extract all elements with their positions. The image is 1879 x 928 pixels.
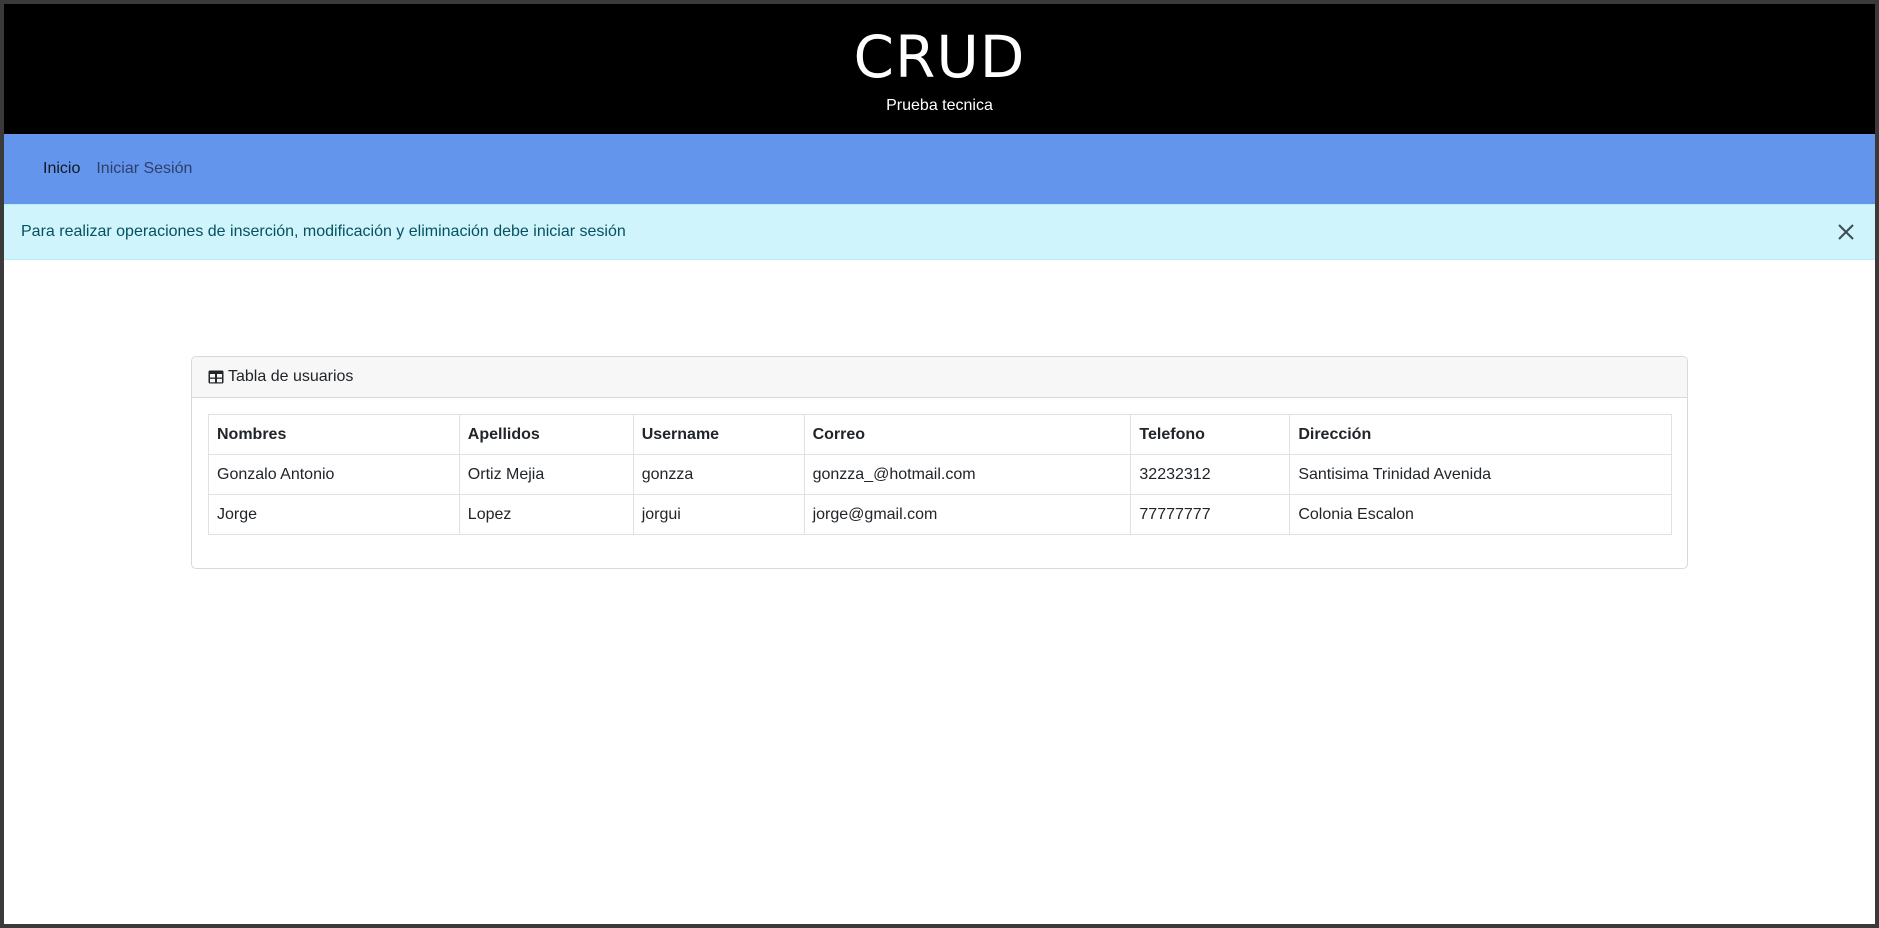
- cell-apellidos: Ortiz Mejia: [458, 454, 634, 495]
- cell-telefono: 77777777: [1130, 494, 1291, 535]
- column-header-direccion: Dirección: [1289, 414, 1672, 455]
- table-header-row: Nombres Apellidos Username Correo Telefo…: [208, 414, 1672, 455]
- users-card: Tabla de usuarios Nombres Apellidos User…: [191, 356, 1688, 569]
- cell-nombres: Jorge: [208, 494, 460, 535]
- alert-message: Para realizar operaciones de inserción, …: [21, 223, 626, 240]
- info-alert: Para realizar operaciones de inserción, …: [4, 204, 1875, 260]
- cell-telefono: 32232312: [1130, 454, 1291, 495]
- cell-nombres: Gonzalo Antonio: [208, 454, 460, 495]
- browser-window: CRUD Prueba tecnica Inicio Iniciar Sesió…: [4, 4, 1875, 924]
- close-icon[interactable]: [1833, 219, 1859, 245]
- card-header: Tabla de usuarios: [192, 357, 1687, 398]
- card-title: Tabla de usuarios: [228, 368, 354, 385]
- nav-link-iniciar-sesion[interactable]: Iniciar Sesión: [96, 160, 192, 178]
- column-header-username: Username: [632, 414, 805, 455]
- card-body: Nombres Apellidos Username Correo Telefo…: [192, 398, 1687, 551]
- users-table: Nombres Apellidos Username Correo Telefo…: [208, 414, 1672, 535]
- column-header-correo: Correo: [803, 414, 1132, 455]
- cell-username: gonzza: [632, 454, 805, 495]
- page-title: CRUD: [853, 23, 1026, 91]
- cell-correo: gonzza_@hotmail.com: [803, 454, 1132, 495]
- column-header-nombres: Nombres: [208, 414, 460, 455]
- column-header-telefono: Telefono: [1130, 414, 1291, 455]
- nav-link-inicio[interactable]: Inicio: [43, 160, 80, 178]
- table-row: Gonzalo Antonio Ortiz Mejia gonzza gonzz…: [208, 454, 1672, 495]
- table-row: Jorge Lopez jorgui jorge@gmail.com 77777…: [208, 494, 1672, 535]
- cell-apellidos: Lopez: [458, 494, 634, 535]
- table-icon: [208, 370, 224, 384]
- cell-direccion: Colonia Escalon: [1289, 494, 1672, 535]
- column-header-apellidos: Apellidos: [458, 414, 634, 455]
- cell-username: jorgui: [632, 494, 805, 535]
- navbar: Inicio Iniciar Sesión: [4, 134, 1875, 204]
- page-subtitle: Prueba tecnica: [886, 97, 993, 114]
- cell-correo: jorge@gmail.com: [803, 494, 1132, 535]
- cell-direccion: Santisima Trinidad Avenida: [1289, 454, 1672, 495]
- page-header: CRUD Prueba tecnica: [4, 4, 1875, 134]
